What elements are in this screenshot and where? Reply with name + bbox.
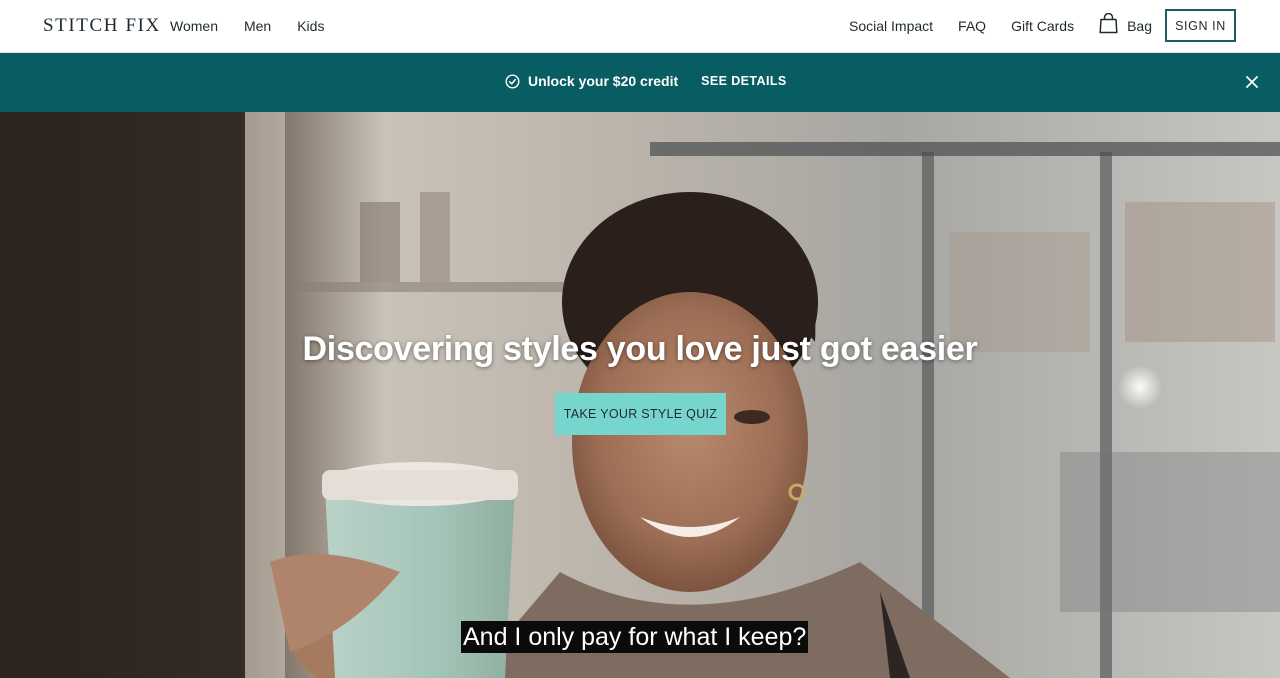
sign-in-button[interactable]: SIGN IN xyxy=(1165,9,1236,42)
promo-credit-text: Unlock your $20 credit xyxy=(528,73,679,89)
secondary-nav: Social Impact FAQ Gift Cards Bag xyxy=(849,12,1152,34)
bag-label: Bag xyxy=(1127,18,1152,34)
nav-social-impact[interactable]: Social Impact xyxy=(849,18,933,34)
nav-women[interactable]: Women xyxy=(170,18,218,34)
take-style-quiz-button[interactable]: TAKE YOUR STYLE QUIZ xyxy=(555,393,726,435)
nav-kids[interactable]: Kids xyxy=(297,18,324,34)
see-details-link[interactable]: SEE DETAILS xyxy=(701,74,786,88)
site-header: STITCH FIX Women Men Kids Social Impact … xyxy=(0,0,1280,53)
nav-faq[interactable]: FAQ xyxy=(958,18,986,34)
hero-section: Discovering styles you love just got eas… xyxy=(0,112,1280,678)
shopping-bag-icon xyxy=(1099,12,1118,33)
promo-content: Unlock your $20 credit SEE DETAILS xyxy=(505,73,787,89)
check-circle-icon xyxy=(505,74,520,88)
nav-men[interactable]: Men xyxy=(244,18,271,34)
bag-link[interactable]: Bag xyxy=(1099,12,1152,34)
video-caption: And I only pay for what I keep? xyxy=(461,621,809,653)
stitch-fix-logo[interactable]: STITCH FIX xyxy=(43,15,161,37)
close-banner-button[interactable] xyxy=(1244,74,1260,90)
nav-gift-cards[interactable]: Gift Cards xyxy=(1011,18,1074,34)
hero-title: Discovering styles you love just got eas… xyxy=(302,330,978,368)
primary-nav: Women Men Kids xyxy=(170,18,324,34)
close-icon xyxy=(1246,76,1258,88)
promo-banner: Unlock your $20 credit SEE DETAILS xyxy=(0,53,1280,112)
